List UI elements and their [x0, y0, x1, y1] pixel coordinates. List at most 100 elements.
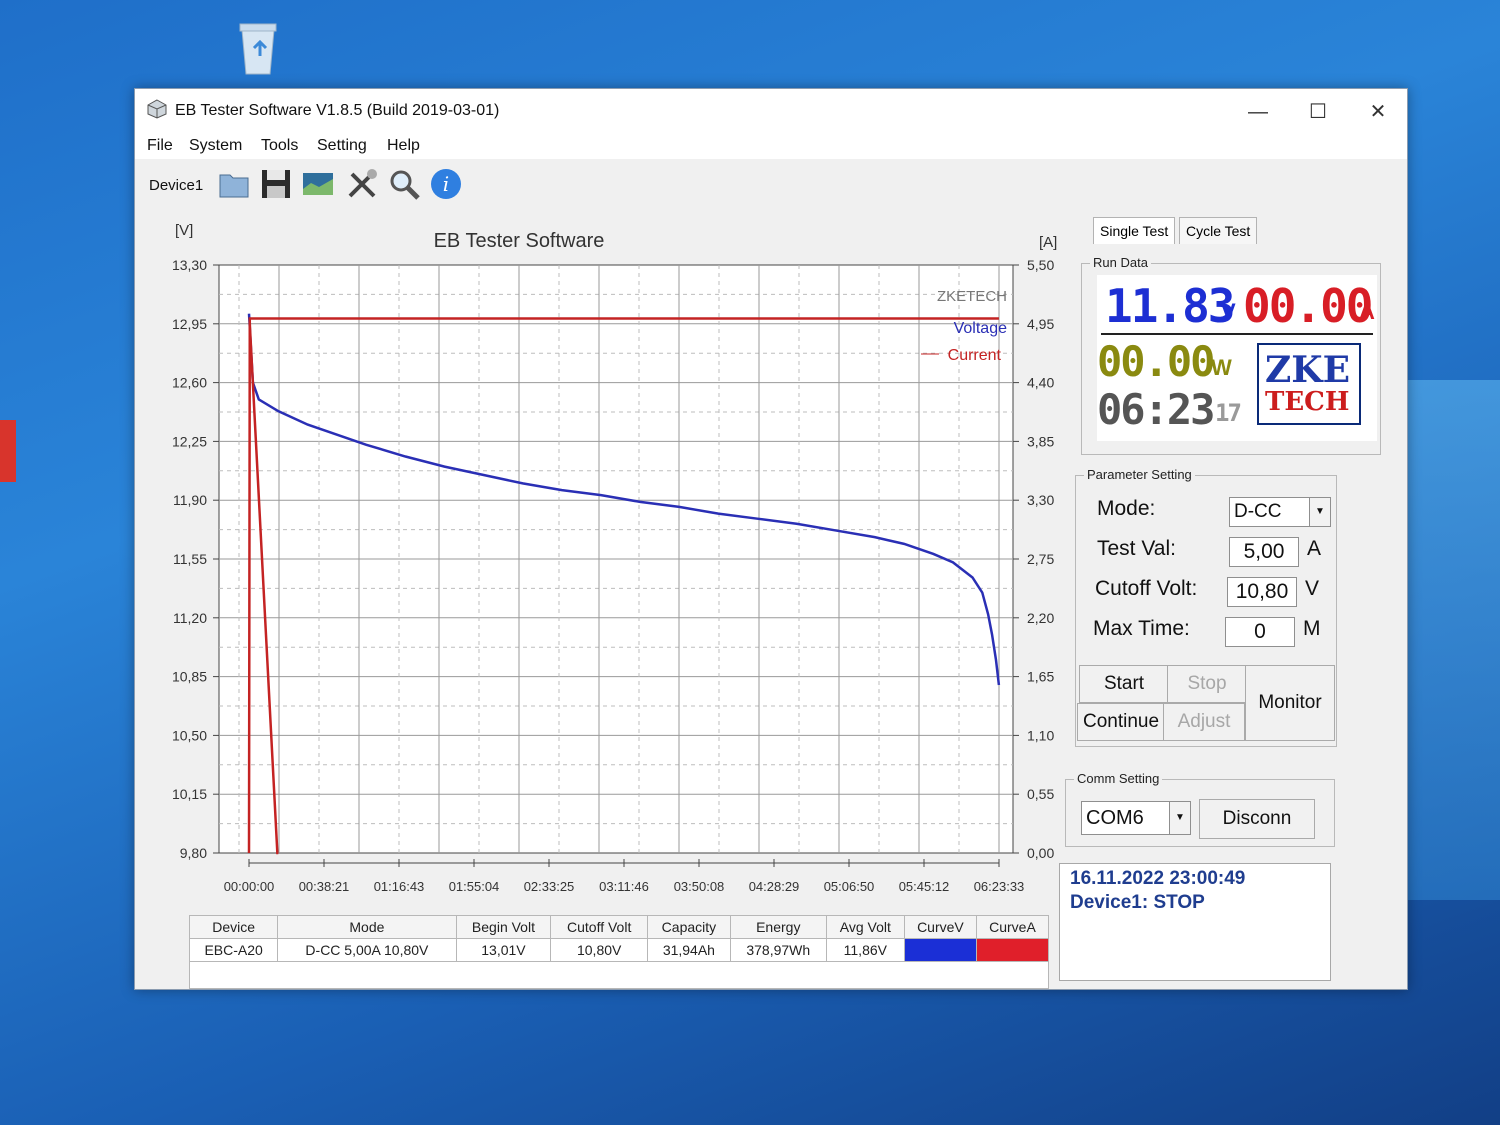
x-tick-label: 00:38:21 — [299, 879, 350, 894]
y-right-tick-label: 4,40 — [1027, 375, 1054, 391]
minimize-button[interactable]: — — [1235, 97, 1281, 127]
tab-cycle-test[interactable]: Cycle Test — [1179, 217, 1258, 244]
test-val-label: Test Val: — [1097, 537, 1176, 560]
y-right-tick-label: 1,10 — [1027, 727, 1054, 743]
table-cell — [975, 938, 1050, 962]
y-left-tick-label: 11,20 — [173, 610, 207, 626]
menu-bar: File System Tools Setting Help — [135, 133, 1407, 159]
continue-button[interactable]: Continue — [1077, 703, 1165, 741]
app-window: EB Tester Software V1.8.5 (Build 2019-03… — [134, 88, 1408, 990]
menu-system[interactable]: System — [189, 137, 242, 155]
y-left-tick-label: 11,55 — [173, 551, 207, 567]
current-unit: A — [1359, 299, 1375, 324]
status-box: 16.11.2022 23:00:49 Device1: STOP — [1059, 863, 1331, 981]
x-tick-label: 03:50:08 — [674, 879, 725, 894]
cutoff-volt-input[interactable]: 10,80 — [1227, 577, 1297, 607]
max-time-input[interactable]: 0 — [1225, 617, 1295, 647]
test-val-unit: A — [1307, 537, 1322, 560]
table-cell: EBC-A20 — [188, 938, 279, 962]
table-header-cell[interactable]: Device — [188, 915, 279, 939]
result-table: Device Mode Begin Volt Cutoff Volt Capacity E… — [188, 915, 1050, 989]
table-cell: 31,94Ah — [646, 938, 731, 962]
y-left-tick-label: 10,85 — [172, 669, 207, 685]
info-icon[interactable]: i — [429, 167, 463, 201]
menu-help[interactable]: Help — [387, 137, 420, 155]
table-header-cell[interactable]: Begin Volt — [455, 915, 552, 939]
discharge-chart: 13,30 5,50 12,95 4,95 12,60 4,40 12,25 3,85 11,9… — [172, 222, 1057, 894]
tools-icon[interactable] — [345, 167, 379, 201]
time-seconds: 17 — [1215, 399, 1242, 427]
app-cube-icon — [147, 99, 167, 119]
logo-tech-text: TECH — [1265, 387, 1350, 417]
table-header-cell[interactable]: Mode — [277, 915, 457, 939]
table-header-cell[interactable]: CurveV — [903, 915, 977, 939]
chart-image-icon[interactable] — [301, 167, 335, 201]
y-right-tick-label: 2,75 — [1027, 551, 1054, 567]
chevron-down-icon[interactable]: ▼ — [1309, 498, 1330, 526]
y-left-tick-label: 10,15 — [172, 786, 207, 802]
cutoff-volt-label: Cutoff Volt: — [1095, 577, 1198, 600]
test-val-input[interactable]: 5,00 — [1229, 537, 1299, 567]
save-icon[interactable] — [259, 167, 293, 201]
right-axis-unit: [A] — [1039, 234, 1057, 251]
close-button[interactable]: ✕ — [1355, 97, 1401, 127]
menu-setting[interactable]: Setting — [317, 137, 367, 155]
table-header-cell[interactable]: Avg Volt — [825, 915, 905, 939]
table-cell: 10,80V — [550, 938, 648, 962]
x-tick-label: 01:16:43 — [374, 879, 425, 894]
voltage-unit: V — [1221, 299, 1236, 324]
table-row[interactable]: EBC-A20 D-CC 5,00A 10,80V 13,01V 10,80V 31,9… — [188, 938, 1050, 962]
toolbar: Device1 i — [135, 161, 1407, 207]
x-tick-label: 02:33:25 — [524, 879, 575, 894]
menu-file[interactable]: File — [147, 137, 173, 155]
logo-zke-text: ZKE — [1265, 349, 1351, 391]
tab-single-test[interactable]: Single Test — [1093, 217, 1176, 244]
y-right-tick-label: 5,50 — [1027, 257, 1054, 273]
cutoff-volt-unit: V — [1305, 577, 1320, 600]
chevron-down-icon[interactable]: ▼ — [1169, 802, 1190, 834]
status-device: Device1: STOP — [1070, 892, 1205, 913]
y-right-tick-label: 0,55 — [1027, 786, 1054, 802]
x-tick-label: 03:11:46 — [599, 879, 649, 894]
parameter-label: Parameter Setting — [1084, 467, 1195, 482]
y-left-tick-label: 10,50 — [172, 727, 207, 743]
start-button[interactable]: Start — [1079, 665, 1169, 703]
recycle-bin-icon[interactable] — [232, 18, 284, 76]
max-time-unit: M — [1303, 617, 1321, 640]
table-header-cell[interactable]: Cutoff Volt — [550, 915, 648, 939]
y-right-tick-label: 4,95 — [1027, 316, 1054, 332]
disconnect-button[interactable]: Disconn — [1199, 799, 1315, 839]
y-right-tick-label: 1,65 — [1027, 669, 1054, 685]
max-time-label: Max Time: — [1093, 617, 1190, 640]
mode-select[interactable]: D-CC ▼ — [1229, 497, 1331, 527]
legend-voltage: Voltage — [954, 320, 1007, 337]
stop-button[interactable]: Stop — [1167, 665, 1247, 703]
y-left-tick-label: 13,30 — [172, 257, 207, 273]
table-cell: 13,01V — [455, 938, 552, 962]
open-icon[interactable] — [217, 167, 251, 201]
table-header-cell[interactable]: CurveA — [975, 915, 1050, 939]
x-tick-label: 05:06:50 — [824, 879, 875, 894]
table-header-cell[interactable]: Capacity — [646, 915, 731, 939]
y-left-tick-label: 12,60 — [172, 375, 207, 391]
current-readout: 00.00 — [1243, 279, 1373, 333]
table-cell — [903, 938, 977, 962]
time-readout: 06:23 — [1097, 385, 1215, 434]
com-port-select[interactable]: COM6 ▼ — [1081, 801, 1191, 835]
search-icon[interactable] — [387, 167, 421, 201]
monitor-button[interactable]: Monitor — [1245, 665, 1335, 741]
run-data-label: Run Data — [1090, 255, 1151, 270]
x-tick-label: 04:28:29 — [749, 879, 800, 894]
empty-row — [189, 961, 1049, 989]
power-readout: 00.00 — [1097, 337, 1215, 386]
table-cell: D-CC 5,00A 10,80V — [277, 938, 457, 962]
adjust-button[interactable]: Adjust — [1163, 703, 1245, 741]
left-axis-unit: [V] — [175, 222, 193, 239]
table-header-cell[interactable]: Energy — [729, 915, 827, 939]
y-right-tick-label: 2,20 — [1027, 610, 1054, 626]
desktop-app-icon[interactable] — [0, 420, 16, 482]
x-tick-label: 01:55:04 — [449, 879, 500, 894]
chart-watermark: ZKETECH — [937, 288, 1007, 305]
menu-tools[interactable]: Tools — [261, 137, 298, 155]
maximize-button[interactable]: ☐ — [1295, 97, 1341, 127]
